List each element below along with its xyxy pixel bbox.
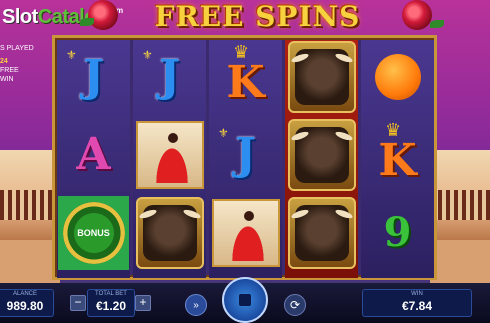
win-side-label: WIN bbox=[0, 76, 14, 83]
reel-5: ♛ K 9 bbox=[361, 40, 434, 278]
symbol-k: ♛ K bbox=[378, 120, 417, 186]
stop-icon bbox=[239, 294, 251, 306]
fleur-icon: ⚜ bbox=[218, 126, 229, 140]
balance-value: 989.80 bbox=[6, 299, 44, 313]
spins-played-label: S PLAYED bbox=[0, 45, 34, 52]
total-bet-panel: TOTAL BET €1.20 bbox=[87, 289, 135, 317]
free-spins-count: 24 bbox=[0, 58, 8, 65]
free-label: FREE bbox=[0, 67, 19, 74]
symbol-bull bbox=[286, 118, 357, 192]
flamenco-dancer-icon bbox=[211, 199, 280, 267]
symbol-dancer bbox=[210, 196, 281, 270]
leaf-right-icon bbox=[430, 20, 444, 28]
bull-icon bbox=[287, 197, 356, 269]
symbol-bull bbox=[286, 196, 357, 270]
symbol-j: ⚜ J bbox=[66, 48, 104, 102]
spin-button[interactable] bbox=[222, 277, 268, 323]
orange-icon bbox=[374, 54, 421, 100]
free-spins-info: S PLAYED 24 FREE WIN bbox=[0, 44, 34, 84]
crown-icon: ♛ bbox=[233, 42, 250, 62]
control-bar: ALANCE 989.80 − TOTAL BET €1.20 + » ⟳ WI… bbox=[0, 277, 490, 323]
autoplay-button[interactable]: ⟳ bbox=[284, 294, 306, 316]
leaf-left-icon bbox=[80, 18, 94, 26]
crown-icon: ♛ bbox=[385, 120, 402, 140]
win-label: WIN bbox=[411, 291, 423, 297]
reel-1: ⚜ J A BONUS bbox=[57, 40, 130, 278]
win-panel: WIN €7.84 bbox=[362, 289, 472, 317]
increase-bet-button[interactable]: + bbox=[135, 295, 151, 311]
reel-3: ♛ K ⚜ J bbox=[209, 40, 282, 278]
decrease-bet-button[interactable]: − bbox=[70, 295, 86, 311]
symbol-j: ⚜ J bbox=[218, 126, 256, 180]
reel-4 bbox=[285, 40, 358, 278]
symbol-orange bbox=[362, 40, 433, 114]
symbol-emblem: BONUS bbox=[58, 196, 129, 270]
balance-label: ALANCE bbox=[12, 291, 37, 297]
bull-icon bbox=[287, 119, 356, 191]
arena-background-left bbox=[0, 150, 60, 290]
bull-icon bbox=[135, 197, 204, 269]
symbol-a: A bbox=[76, 129, 111, 180]
fleur-icon: ⚜ bbox=[142, 48, 153, 62]
reel-grid: ⚜ J A BONUS ⚜ J ♛ K ⚜ J ♛ K 9 bbox=[52, 35, 437, 280]
symbol-dancer bbox=[134, 118, 205, 192]
balance-panel: ALANCE 989.80 bbox=[0, 289, 54, 317]
win-value: €7.84 bbox=[401, 299, 433, 313]
fast-forward-icon: » bbox=[193, 299, 199, 311]
arena-background-right bbox=[430, 150, 490, 290]
reel-2: ⚜ J bbox=[133, 40, 206, 278]
bull-icon bbox=[287, 41, 356, 113]
free-spins-title: FREE SPINS bbox=[154, 0, 361, 33]
fleur-icon: ⚜ bbox=[66, 48, 77, 62]
autoplay-icon: ⟳ bbox=[289, 298, 301, 312]
turbo-button[interactable]: » bbox=[185, 294, 207, 316]
symbol-k: ♛ K bbox=[226, 42, 265, 108]
total-bet-value: €1.20 bbox=[95, 299, 127, 313]
flamenco-dancer-icon bbox=[135, 121, 204, 189]
symbol-9: 9 bbox=[383, 209, 412, 256]
symbol-j: ⚜ J bbox=[142, 48, 180, 102]
symbol-bull bbox=[286, 40, 357, 114]
bonus-emblem-icon: BONUS bbox=[62, 202, 125, 264]
total-bet-label: TOTAL BET bbox=[95, 291, 127, 297]
symbol-bull bbox=[134, 196, 205, 270]
